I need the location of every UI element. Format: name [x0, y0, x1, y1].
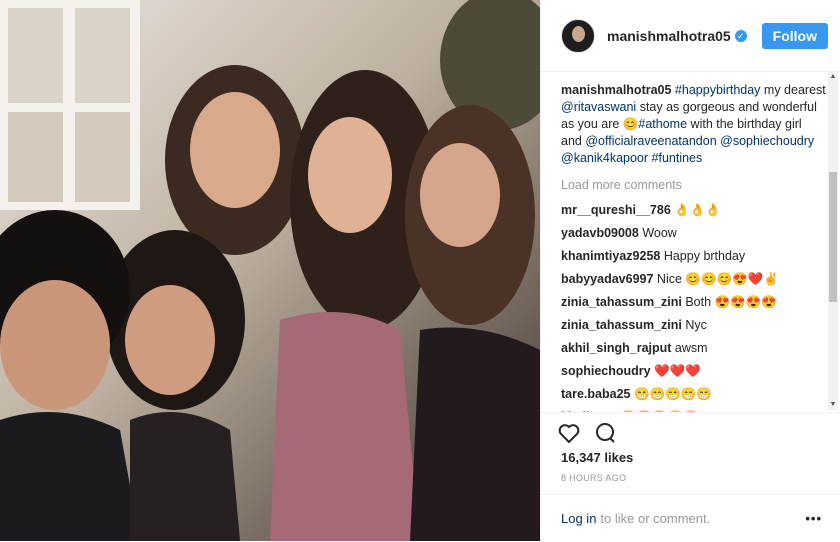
caption-link[interactable]: @ritavaswani [561, 100, 636, 114]
comment-text: Nice 😊😊😊😍❤️✌️ [653, 272, 779, 286]
instagram-post: manishmalhotra05 ✓ Follow manishmalhotra… [0, 0, 840, 541]
comment-row: babyyadav6997 Nice 😊😊😊😍❤️✌️ [561, 271, 826, 288]
comment-text: Nyc [681, 318, 707, 332]
comment-username[interactable]: zinia_tahassum_zini [561, 318, 682, 332]
comment-row: akhil_singh_rajput awsm [561, 340, 826, 357]
comment-username[interactable]: tare.baba25 [561, 387, 630, 401]
comment-row: zinia_tahassum_zini Both 😍😍😍😍 [561, 294, 826, 311]
comment-text: 😁😁😁😁😁 [630, 387, 712, 401]
caption-link[interactable]: #happybirthday [675, 83, 760, 97]
post-sidebar: manishmalhotra05 ✓ Follow manishmalhotra… [540, 0, 840, 541]
scroll-up-arrow-icon[interactable]: ▲ [828, 72, 838, 82]
group-selfie-image [0, 0, 540, 541]
post-timestamp[interactable]: 8 HOURS AGO [561, 473, 626, 483]
caption: manishmalhotra05 #happybirthday my deare… [561, 82, 826, 167]
caption-link[interactable]: #athome [638, 117, 687, 131]
comment-text: awsm [671, 341, 708, 355]
comment-username[interactable]: yadavb09008 [561, 226, 639, 240]
comment-row: khanimtiyaz9258 Happy brthday [561, 248, 826, 265]
comment-username[interactable]: zinia_tahassum_zini [561, 295, 682, 309]
caption-link[interactable]: @kanik4kapoor [561, 151, 648, 165]
login-prompt-text: to like or comment. [600, 511, 711, 526]
verified-badge-icon: ✓ [734, 29, 747, 42]
scroll-down-arrow-icon[interactable]: ▼ [828, 400, 838, 410]
post-header: manishmalhotra05 ✓ Follow [541, 0, 840, 72]
more-options-icon[interactable]: ••• [805, 511, 822, 526]
scrollbar-thumb[interactable] [829, 172, 837, 302]
likes-count[interactable]: 16,347 likes [561, 450, 633, 465]
caption-link[interactable]: @officialraveenatandon [585, 134, 716, 148]
login-link[interactable]: Log in [561, 511, 596, 526]
comment-username[interactable]: akhil_singh_rajput [561, 341, 671, 355]
caption-link[interactable]: @sophiechoudry [720, 134, 814, 148]
comment-username[interactable]: sophiechoudry [561, 364, 651, 378]
comment-username[interactable]: khanimtiyaz9258 [561, 249, 660, 263]
comment-text: Happy brthday [660, 249, 746, 263]
comment-row: zinia_tahassum_zini Nyc [561, 317, 826, 334]
comment-row: mr__qureshi__786 👌👌👌 [561, 202, 826, 219]
action-bar [541, 412, 840, 453]
speech-bubble-icon[interactable] [593, 421, 617, 445]
avatar[interactable] [561, 18, 595, 53]
comment-text: 👌👌👌 [670, 203, 721, 217]
comments-scrollbar[interactable]: ▲ ▼ [828, 72, 838, 410]
caption-segment: my dearest [760, 83, 826, 97]
caption-username[interactable]: manishmalhotra05 [561, 83, 671, 97]
comment-rows: mr__qureshi__786 👌👌👌 yadavb09008 Woow khan… [561, 202, 826, 412]
load-more-comments-link[interactable]: Load more comments [561, 177, 826, 194]
header-username[interactable]: manishmalhotra05 [607, 28, 731, 44]
comment-text: Both 😍😍😍😍 [681, 295, 777, 309]
comment-text: Woow [638, 226, 677, 240]
heart-outline-icon[interactable] [557, 421, 581, 445]
comment-row: yadavb09008 Woow [561, 225, 826, 242]
comment-username[interactable]: babyyadav6997 [561, 272, 653, 286]
caption-link[interactable]: #funtines [652, 151, 703, 165]
login-bar: Log in to like or comment. ••• [541, 494, 840, 542]
comment-text: ❤️❤️❤️ [650, 364, 701, 378]
post-photo[interactable] [0, 0, 540, 541]
follow-button[interactable]: Follow [761, 22, 828, 49]
comment-row: sophiechoudry ❤️❤️❤️ [561, 363, 826, 380]
comment-username[interactable]: mr__qureshi__786 [561, 203, 671, 217]
comments-list: manishmalhotra05 #happybirthday my deare… [541, 72, 826, 412]
comment-row: tare.baba25 😁😁😁😁😁 [561, 386, 826, 403]
